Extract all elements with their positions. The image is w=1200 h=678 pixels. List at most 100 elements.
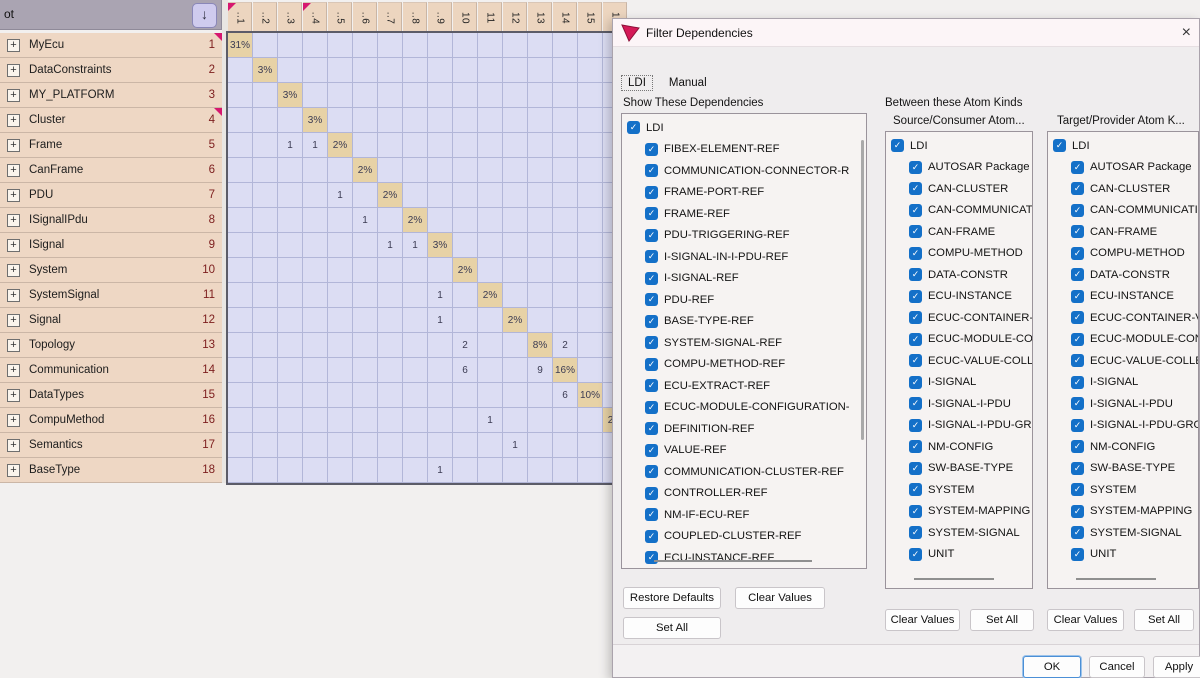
matrix-column-header[interactable]: ..5 [328, 2, 352, 32]
list-item[interactable]: ✓COUPLED-CLUSTER-REF [622, 526, 866, 548]
checkbox-checked-icon[interactable]: ✓ [1071, 182, 1084, 195]
expand-plus-icon[interactable]: + [7, 364, 20, 377]
list-item[interactable]: ✓SYSTEM-MAPPING [1048, 501, 1198, 523]
expand-plus-icon[interactable]: + [7, 64, 20, 77]
list-item[interactable]: ✓CAN-FRAME [1048, 221, 1198, 243]
list-item[interactable]: ✓ECUC-VALUE-COLLEC [1048, 350, 1198, 372]
matrix-column-header[interactable]: ..8 [403, 2, 427, 32]
checkbox-checked-icon[interactable]: ✓ [645, 444, 658, 457]
list-item[interactable]: ✓FRAME-REF [622, 203, 866, 225]
checkbox-checked-icon[interactable]: ✓ [645, 272, 658, 285]
list-item[interactable]: ✓ECUC-MODULE-CONFIGURATION- [622, 397, 866, 419]
matrix-row-header[interactable]: +ISignalIPdu8 [0, 208, 222, 233]
restore-defaults-button[interactable]: Restore Defaults [623, 587, 721, 609]
list-item[interactable]: ✓PDU-REF [622, 289, 866, 311]
expand-plus-icon[interactable]: + [7, 389, 20, 402]
checkbox-checked-icon[interactable]: ✓ [645, 186, 658, 199]
list-item[interactable]: ✓AUTOSAR Package [886, 157, 1032, 179]
expand-plus-icon[interactable]: + [7, 39, 20, 52]
list-item[interactable]: ✓I-SIGNAL-I-PDU [1048, 393, 1198, 415]
cancel-button[interactable]: Cancel [1089, 656, 1145, 678]
checkbox-checked-icon[interactable]: ✓ [909, 182, 922, 195]
horizontal-scrollbar[interactable] [654, 560, 812, 562]
matrix-cell[interactable]: 1 [353, 208, 377, 232]
matrix-diagonal-cell[interactable]: 3% [303, 108, 327, 132]
checkbox-checked-icon[interactable]: ✓ [645, 315, 658, 328]
expand-plus-icon[interactable]: + [7, 339, 20, 352]
matrix-row-header[interactable]: +Topology13 [0, 333, 222, 358]
checkbox-checked-icon[interactable]: ✓ [1071, 505, 1084, 518]
source-clear-values-button[interactable]: Clear Values [885, 609, 960, 631]
matrix-cell[interactable]: 1 [328, 183, 352, 207]
list-item[interactable]: ✓SYSTEM [886, 479, 1032, 501]
list-item[interactable]: ✓ECU-INSTANCE-REF [622, 547, 866, 569]
matrix-diagonal-cell[interactable]: 2% [353, 158, 377, 182]
list-item[interactable]: ✓I-SIGNAL [1048, 372, 1198, 394]
checkbox-checked-icon[interactable]: ✓ [1071, 290, 1084, 303]
list-item[interactable]: ✓LDI [622, 117, 866, 139]
checkbox-checked-icon[interactable]: ✓ [891, 139, 904, 152]
matrix-column-header[interactable]: 12 [503, 2, 527, 32]
matrix-column-header[interactable]: ..2 [253, 2, 277, 32]
checkbox-checked-icon[interactable]: ✓ [909, 440, 922, 453]
list-item[interactable]: ✓ECUC-MODULE-CONF [886, 329, 1032, 351]
checkbox-checked-icon[interactable]: ✓ [645, 379, 658, 392]
matrix-row-header[interactable]: +DataTypes15 [0, 383, 222, 408]
source-set-all-button[interactable]: Set All [970, 609, 1034, 631]
expand-plus-icon[interactable]: + [7, 464, 20, 477]
checkbox-checked-icon[interactable]: ✓ [645, 229, 658, 242]
checkbox-checked-icon[interactable]: ✓ [909, 204, 922, 217]
source-atom-list[interactable]: ✓LDI✓AUTOSAR Package✓CAN-CLUSTER✓CAN-COM… [885, 131, 1033, 589]
dependencies-set-all-button[interactable]: Set All [623, 617, 721, 639]
matrix-row-header[interactable]: +CompuMethod16 [0, 408, 222, 433]
matrix-diagonal-cell[interactable]: 8% [528, 333, 552, 357]
checkbox-checked-icon[interactable]: ✓ [645, 250, 658, 263]
expand-plus-icon[interactable]: + [7, 239, 20, 252]
list-item[interactable]: ✓NM-CONFIG [886, 436, 1032, 458]
list-item[interactable]: ✓I-SIGNAL [886, 372, 1032, 394]
checkbox-checked-icon[interactable]: ✓ [1053, 139, 1066, 152]
expand-plus-icon[interactable]: + [7, 314, 20, 327]
checkbox-checked-icon[interactable]: ✓ [1071, 462, 1084, 475]
list-item[interactable]: ✓PDU-TRIGGERING-REF [622, 225, 866, 247]
matrix-row-header[interactable]: +System10 [0, 258, 222, 283]
checkbox-checked-icon[interactable]: ✓ [909, 505, 922, 518]
matrix-row-header[interactable]: +SystemSignal11 [0, 283, 222, 308]
dependencies-clear-values-button[interactable]: Clear Values [735, 587, 825, 609]
matrix-cell[interactable]: 6 [453, 358, 477, 382]
list-item[interactable]: ✓UNIT [886, 544, 1032, 566]
matrix-row-header[interactable]: +MyEcu1 [0, 33, 222, 58]
matrix-cell[interactable]: 9 [528, 358, 552, 382]
matrix-cell[interactable]: 2 [453, 333, 477, 357]
target-atom-list[interactable]: ✓LDI✓AUTOSAR Package✓CAN-CLUSTER✓CAN-COM… [1047, 131, 1199, 589]
checkbox-checked-icon[interactable]: ✓ [645, 401, 658, 414]
matrix-column-header[interactable]: ..7 [378, 2, 402, 32]
list-item[interactable]: ✓DEFINITION-REF [622, 418, 866, 440]
checkbox-checked-icon[interactable]: ✓ [645, 487, 658, 500]
matrix-cell[interactable]: 1 [428, 308, 452, 332]
matrix-column-header[interactable]: 13 [528, 2, 552, 32]
matrix-column-header[interactable]: 11 [478, 2, 502, 32]
ok-button[interactable]: OK [1023, 656, 1081, 678]
checkbox-checked-icon[interactable]: ✓ [1071, 354, 1084, 367]
matrix-cell[interactable]: 1 [428, 458, 452, 482]
dependencies-list[interactable]: ✓LDI✓FIBEX-ELEMENT-REF✓COMMUNICATION-CON… [621, 113, 867, 569]
list-item[interactable]: ✓SYSTEM-MAPPING [886, 501, 1032, 523]
expand-plus-icon[interactable]: + [7, 214, 20, 227]
matrix-row-header[interactable]: +CanFrame6 [0, 158, 222, 183]
list-item[interactable]: ✓ECU-INSTANCE [1048, 286, 1198, 308]
matrix-row-header[interactable]: +Signal12 [0, 308, 222, 333]
checkbox-checked-icon[interactable]: ✓ [909, 225, 922, 238]
expand-plus-icon[interactable]: + [7, 89, 20, 102]
checkbox-checked-icon[interactable]: ✓ [909, 354, 922, 367]
expand-plus-icon[interactable]: + [7, 164, 20, 177]
matrix-column-header[interactable]: ..6 [353, 2, 377, 32]
checkbox-checked-icon[interactable]: ✓ [909, 376, 922, 389]
list-item[interactable]: ✓COMPU-METHOD [1048, 243, 1198, 265]
matrix-cell[interactable]: 1 [378, 233, 402, 257]
checkbox-checked-icon[interactable]: ✓ [645, 551, 658, 564]
matrix-cell[interactable]: 1 [278, 133, 302, 157]
list-item[interactable]: ✓SW-BASE-TYPE [886, 458, 1032, 480]
expand-plus-icon[interactable]: + [7, 139, 20, 152]
matrix-diagonal-cell[interactable]: 2% [403, 208, 427, 232]
